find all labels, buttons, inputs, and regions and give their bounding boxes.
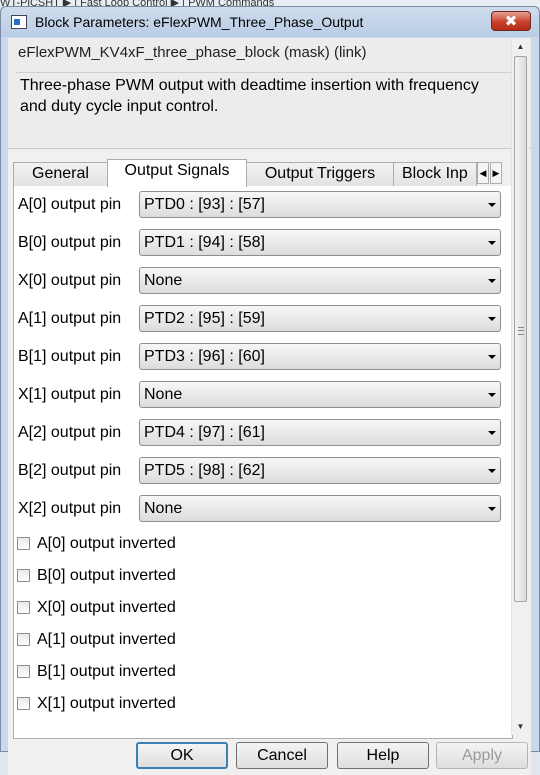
tab-strip: General Output Signals Output Triggers B…	[13, 159, 503, 187]
pin-row-b1: B[1] output pin PTD3 : [96] : [60]	[14, 338, 504, 376]
output-signals-panel: A[0] output pin PTD0 : [93] : [57] B[0] …	[13, 186, 513, 739]
checkbox-label: B[1] output inverted	[37, 663, 176, 680]
dropdown-arrow-icon	[488, 317, 496, 321]
pin-label: A[2] output pin	[18, 424, 122, 441]
dropdown-arrow-icon	[488, 393, 496, 397]
checkbox-label: B[0] output inverted	[37, 567, 176, 584]
pin-row-x0: X[0] output pin None	[14, 262, 504, 300]
help-button[interactable]: Help	[337, 742, 429, 769]
checkbox-label: X[0] output inverted	[37, 599, 176, 616]
b0-output-pin-select[interactable]: PTD1 : [94] : [58]	[139, 229, 501, 256]
a1-output-pin-select[interactable]: PTD2 : [95] : [59]	[139, 305, 501, 332]
tab-output-signals[interactable]: Output Signals	[107, 159, 247, 187]
pin-label: X[1] output pin	[18, 386, 122, 403]
x0-output-inverted-row[interactable]: X[0] output inverted	[14, 593, 504, 625]
vertical-scrollbar[interactable]: ▲ ▼	[511, 38, 529, 735]
tab-general[interactable]: General	[13, 162, 108, 186]
a0-output-pin-select[interactable]: PTD0 : [93] : [57]	[139, 191, 501, 218]
a1-output-inverted-row[interactable]: A[1] output inverted	[14, 625, 504, 657]
b0-output-inverted-checkbox[interactable]	[17, 569, 30, 582]
simulink-block-icon	[11, 15, 27, 29]
x1-output-inverted-row[interactable]: X[1] output inverted	[14, 689, 504, 721]
close-button[interactable]: ✖	[491, 11, 531, 31]
x0-output-pin-select[interactable]: None	[139, 267, 501, 294]
dropdown-arrow-icon	[488, 241, 496, 245]
pin-label: B[0] output pin	[18, 234, 122, 251]
pin-row-a0: A[0] output pin PTD0 : [93] : [57]	[14, 186, 504, 224]
scroll-up-icon[interactable]: ▲	[512, 38, 529, 55]
dropdown-arrow-icon	[488, 279, 496, 283]
a1-output-inverted-checkbox[interactable]	[17, 633, 30, 646]
x2-output-pin-select[interactable]: None	[139, 495, 501, 522]
dropdown-arrow-icon	[488, 203, 496, 207]
pin-row-b0: B[0] output pin PTD1 : [94] : [58]	[14, 224, 504, 262]
b1-output-pin-select[interactable]: PTD3 : [96] : [60]	[139, 343, 501, 370]
mask-header: eFlexPWM_KV4xF_three_phase_block (mask) …	[8, 38, 531, 149]
b1-output-inverted-row[interactable]: B[1] output inverted	[14, 657, 504, 689]
pin-label: A[0] output pin	[18, 196, 122, 213]
dropdown-arrow-icon	[488, 469, 496, 473]
b1-output-inverted-checkbox[interactable]	[17, 665, 30, 678]
dropdown-arrow-icon	[488, 431, 496, 435]
window-title: Block Parameters: eFlexPWM_Three_Phase_O…	[35, 14, 364, 30]
pin-row-x1: X[1] output pin None	[14, 376, 504, 414]
button-bar: OK Cancel Help Apply	[8, 739, 531, 775]
x0-output-inverted-checkbox[interactable]	[17, 601, 30, 614]
x1-output-pin-select[interactable]: None	[139, 381, 501, 408]
checkbox-label: A[0] output inverted	[37, 535, 176, 552]
pin-row-x2: X[2] output pin None	[14, 490, 504, 528]
a0-output-inverted-checkbox[interactable]	[17, 537, 30, 550]
mask-description: Three-phase PWM output with deadtime ins…	[16, 72, 522, 145]
pin-label: X[2] output pin	[18, 500, 122, 517]
dropdown-arrow-icon	[488, 355, 496, 359]
dropdown-arrow-icon	[488, 507, 496, 511]
checkbox-label: X[1] output inverted	[37, 695, 176, 712]
tab-scroll-right-icon[interactable]: ▶	[490, 162, 502, 184]
scroll-down-icon[interactable]: ▼	[512, 718, 529, 735]
pin-label: B[1] output pin	[18, 348, 122, 365]
a2-output-pin-select[interactable]: PTD4 : [97] : [61]	[139, 419, 501, 446]
apply-button[interactable]: Apply	[436, 742, 528, 769]
pin-row-a2: A[2] output pin PTD4 : [97] : [61]	[14, 414, 504, 452]
tab-scroll-left-icon[interactable]: ◀	[477, 162, 489, 184]
a0-output-inverted-row[interactable]: A[0] output inverted	[14, 529, 504, 561]
title-bar[interactable]: Block Parameters: eFlexPWM_Three_Phase_O…	[1, 7, 539, 37]
mask-description-text: Three-phase PWM output with deadtime ins…	[20, 77, 479, 115]
scrollbar-thumb[interactable]	[514, 56, 527, 602]
checkbox-label: A[1] output inverted	[37, 631, 176, 648]
b2-output-pin-select[interactable]: PTD5 : [98] : [62]	[139, 457, 501, 484]
ok-button[interactable]: OK	[136, 742, 228, 769]
x1-output-inverted-checkbox[interactable]	[17, 697, 30, 710]
cancel-button[interactable]: Cancel	[236, 742, 328, 769]
mask-title: eFlexPWM_KV4xF_three_phase_block (mask) …	[18, 44, 367, 61]
tab-block-inputs[interactable]: Block Inp	[393, 162, 477, 186]
pin-label: A[1] output pin	[18, 310, 122, 327]
dialog-client: eFlexPWM_KV4xF_three_phase_block (mask) …	[8, 38, 531, 775]
pin-label: B[2] output pin	[18, 462, 122, 479]
pin-label: X[0] output pin	[18, 272, 122, 289]
tab-output-triggers[interactable]: Output Triggers	[246, 162, 394, 186]
grip-icon	[518, 327, 524, 335]
b0-output-inverted-row[interactable]: B[0] output inverted	[14, 561, 504, 593]
dialog-window: Block Parameters: eFlexPWM_Three_Phase_O…	[0, 6, 540, 775]
pin-row-a1: A[1] output pin PTD2 : [95] : [59]	[14, 300, 504, 338]
pin-row-b2: B[2] output pin PTD5 : [98] : [62]	[14, 452, 504, 490]
